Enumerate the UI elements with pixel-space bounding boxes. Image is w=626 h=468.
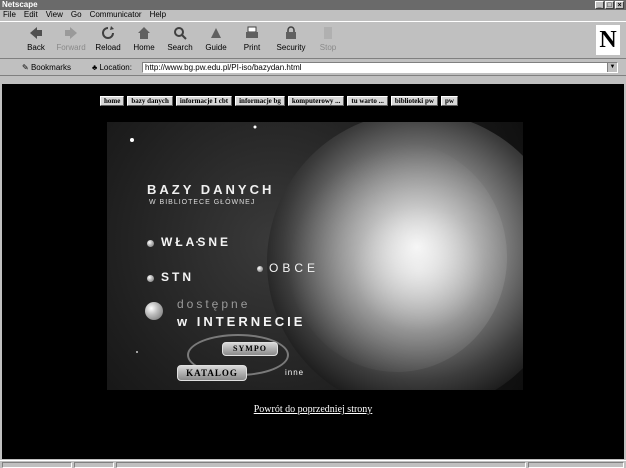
- menu-communicator[interactable]: Communicator: [90, 10, 142, 20]
- nav-biblioteki-pw[interactable]: biblioteki pw: [390, 96, 438, 106]
- menu-file[interactable]: File: [3, 10, 16, 20]
- link-obce[interactable]: OBCE: [269, 261, 319, 275]
- bookmarks-button[interactable]: ✎ Bookmarks: [22, 63, 71, 72]
- print-button[interactable]: Print: [236, 24, 268, 56]
- obce-bullet: [257, 266, 263, 272]
- print-icon: [246, 26, 258, 38]
- menu-help[interactable]: Help: [150, 10, 166, 20]
- internet-bullet: [145, 302, 163, 320]
- navigation-toolbar: Back Forward Reload Home Search Guide Pr…: [0, 21, 626, 59]
- nav-tu-warto[interactable]: tu warto ...: [347, 96, 388, 106]
- url-field[interactable]: http://www.bg.pw.edu.pl/PI-iso/bazydan.h…: [142, 62, 618, 73]
- reload-button[interactable]: Reload: [92, 24, 124, 56]
- status-message-segment: [116, 462, 526, 468]
- location-label: Location:: [99, 63, 132, 72]
- url-text: http://www.bg.pw.edu.pl/PI-iso/bazydan.h…: [145, 63, 302, 72]
- home-icon: [138, 27, 150, 39]
- close-button[interactable]: ×: [615, 1, 624, 9]
- nav-informacje-cbt[interactable]: informacje I cbt: [175, 96, 233, 106]
- wlasne-bullet: [147, 240, 154, 247]
- print-label: Print: [243, 43, 261, 52]
- status-progress-segment: [74, 462, 114, 468]
- security-lock-icon: [286, 26, 296, 39]
- back-label: Back: [27, 43, 45, 52]
- reload-label: Reload: [95, 43, 121, 52]
- location-label-wrap: ♣ Location:: [92, 63, 132, 72]
- bookmark-icon: ✎: [22, 63, 29, 72]
- back-arrow-icon: [30, 27, 42, 39]
- back-button[interactable]: Back: [20, 24, 52, 56]
- nav-bazy-danych[interactable]: bazy danych: [127, 96, 173, 106]
- stop-label: Stop: [319, 43, 337, 52]
- status-bar: [0, 460, 626, 468]
- status-component-segment: [528, 462, 624, 468]
- search-button[interactable]: Search: [164, 24, 196, 56]
- window-title: Netscape: [2, 0, 38, 9]
- toolbar-grip: [0, 77, 626, 83]
- link-katalog[interactable]: KATALOG: [177, 365, 247, 381]
- guide-button[interactable]: Guide: [200, 24, 232, 56]
- search-label: Search: [167, 43, 193, 52]
- label-dostepne: dostępne: [177, 297, 251, 311]
- netscape-logo[interactable]: N: [596, 25, 620, 55]
- link-w-internecie[interactable]: w INTERNECIE: [177, 314, 305, 329]
- link-stn[interactable]: STN: [161, 270, 194, 284]
- menu-go[interactable]: Go: [71, 10, 82, 20]
- nav-pw[interactable]: pw: [440, 96, 458, 106]
- stn-bullet: [147, 275, 154, 282]
- link-sympo[interactable]: SYMPO: [222, 342, 278, 356]
- back-to-previous-link[interactable]: Powrót do poprzedniej strony: [2, 404, 624, 415]
- home-button[interactable]: Home: [128, 24, 160, 56]
- page-proxy-icon[interactable]: ♣: [92, 63, 97, 72]
- forward-arrow-icon: [65, 27, 77, 39]
- security-label: Security: [276, 43, 306, 52]
- status-security-segment: [2, 462, 72, 468]
- title-bar: Netscape _ □ ×: [0, 0, 626, 10]
- nav-home[interactable]: home: [100, 96, 125, 106]
- forward-button[interactable]: Forward: [55, 24, 87, 56]
- menu-bar: File Edit View Go Communicator Help: [0, 10, 626, 20]
- menu-view[interactable]: View: [46, 10, 63, 20]
- search-icon: [174, 27, 187, 40]
- stop-icon: [324, 27, 332, 39]
- site-nav: home bazy danych informacje I cbt inform…: [100, 96, 458, 106]
- link-wlasne[interactable]: WŁASNE: [161, 235, 231, 249]
- banner-title: BAZY DANYCH: [147, 182, 275, 197]
- page-content: home bazy danych informacje I cbt inform…: [2, 84, 624, 459]
- security-button[interactable]: Security: [272, 24, 310, 56]
- databases-banner-image: BAZY DANYCH W BIBLIOTECE GŁÓWNEJ WŁASNE …: [107, 122, 523, 390]
- nav-komputerowy[interactable]: komputerowy ...: [287, 96, 345, 106]
- home-label: Home: [133, 43, 155, 52]
- reload-icon: [102, 26, 114, 39]
- nav-informacje-bg[interactable]: informacje bg: [235, 96, 285, 106]
- maximize-button[interactable]: □: [605, 1, 614, 9]
- link-inne[interactable]: inne: [285, 368, 304, 377]
- minimize-button[interactable]: _: [595, 1, 604, 9]
- banner-subtitle: W BIBLIOTECE GŁÓWNEJ: [149, 199, 256, 206]
- guide-icon: [211, 28, 221, 38]
- bookmarks-label: Bookmarks: [30, 63, 71, 72]
- guide-label: Guide: [205, 43, 227, 52]
- forward-label: Forward: [56, 43, 86, 52]
- url-dropdown-icon[interactable]: ▼: [607, 63, 617, 72]
- stop-button[interactable]: Stop: [312, 24, 344, 56]
- earth-highlight: [287, 142, 507, 372]
- menu-edit[interactable]: Edit: [24, 10, 38, 20]
- location-bar: ✎ Bookmarks ♣ Location: http://www.bg.pw…: [0, 60, 626, 76]
